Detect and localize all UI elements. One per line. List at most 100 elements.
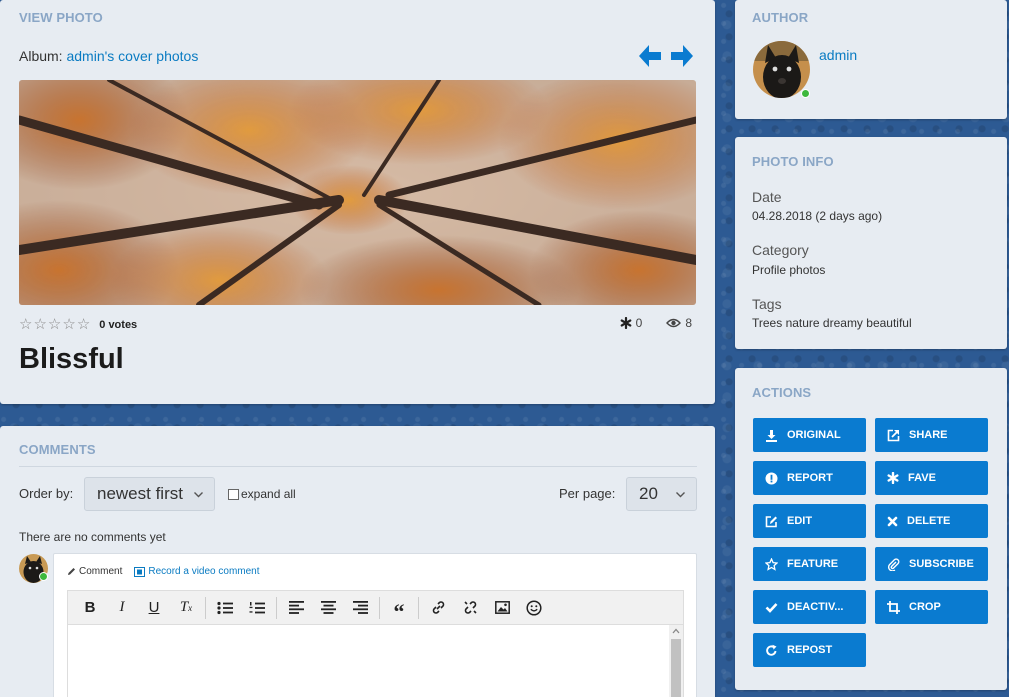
underline-icon[interactable]: U (138, 594, 170, 622)
tab-comment-label: Comment (79, 566, 123, 577)
star-icon[interactable]: ☆ (62, 317, 75, 332)
fave-count-value: 0 (635, 316, 643, 330)
unlink-icon[interactable] (454, 594, 486, 622)
no-comments-text: There are no comments yet (19, 530, 166, 544)
image-icon[interactable] (486, 594, 518, 622)
star-icon[interactable]: ☆ (33, 317, 46, 332)
photo-image[interactable] (19, 80, 696, 305)
alert-icon (765, 472, 778, 484)
numbered-list-icon[interactable] (241, 594, 273, 622)
quote-icon[interactable]: “ (383, 594, 415, 624)
edit-button-label: EDIT (787, 515, 813, 527)
star-icon[interactable]: ☆ (48, 317, 61, 332)
prev-arrow-icon[interactable] (637, 43, 663, 69)
comment-editor: Comment Record a video comment B I U Tx (53, 553, 697, 697)
deactivate-button-label: DEACTIV... (787, 601, 844, 613)
per-page-select[interactable]: 20 (626, 477, 697, 511)
scrollbar-thumb[interactable] (671, 639, 681, 697)
editor-scrollbar[interactable] (669, 625, 683, 697)
close-icon (887, 516, 898, 526)
online-status-dot (801, 89, 810, 98)
album-link[interactable]: admin's cover photos (66, 48, 198, 64)
feature-button-label: FEATURE (787, 558, 839, 570)
delete-button[interactable]: DELETE (875, 504, 988, 538)
photo-info-panel: PHOTO INFO Date 04.28.2018 (2 days ago) … (735, 137, 1007, 349)
crop-icon (887, 600, 900, 614)
clear-format-icon[interactable]: Tx (170, 594, 202, 622)
toolbar-divider (276, 596, 277, 619)
chevron-down-icon (676, 492, 685, 498)
report-button-label: REPORT (787, 472, 833, 484)
original-button-label: ORIGINAL (787, 429, 841, 441)
tags-label: Tags (752, 296, 782, 312)
check-icon (765, 602, 778, 613)
chevron-down-icon (194, 492, 203, 498)
star-outline-icon (765, 557, 778, 571)
italic-icon[interactable]: I (106, 594, 138, 622)
eye-icon (666, 318, 682, 328)
emoji-icon[interactable] (518, 594, 550, 622)
photo-info-title: PHOTO INFO (752, 154, 834, 169)
align-center-icon[interactable] (312, 594, 344, 622)
paperclip-icon (888, 557, 900, 571)
date-value: 04.28.2018 (2 days ago) (752, 209, 883, 223)
author-title: AUTHOR (752, 10, 809, 25)
star-icon[interactable]: ☆ (77, 317, 90, 332)
tags-link[interactable]: Trees nature dreamy beautiful (752, 316, 912, 330)
repost-button-label: REPOST (787, 644, 833, 656)
date-label: Date (752, 189, 782, 205)
album-line: Album: admin's cover photos (19, 48, 198, 64)
category-link[interactable]: Profile photos (752, 263, 825, 277)
expand-all-checkbox[interactable] (228, 488, 239, 500)
original-button[interactable]: ORIGINAL (753, 418, 866, 452)
fave-button[interactable]: FAVE (875, 461, 988, 495)
bullet-list-icon[interactable] (209, 594, 241, 622)
toolbar-divider (205, 596, 206, 619)
view-photo-panel: VIEW PHOTO Album: admin's cover photos ☆… (0, 0, 715, 404)
expand-all-toggle[interactable]: expand all (228, 487, 296, 501)
film-icon (134, 566, 146, 577)
bold-icon[interactable]: B (74, 594, 106, 622)
photo-nav (637, 43, 695, 69)
align-left-icon[interactable] (280, 594, 312, 622)
comment-textarea[interactable] (67, 625, 684, 697)
tab-comment[interactable]: Comment (67, 566, 122, 577)
per-page-value: 20 (639, 484, 658, 503)
per-page-label: Per page: (559, 486, 616, 501)
author-name-link[interactable]: admin (819, 47, 857, 63)
comments-title: COMMENTS (19, 442, 96, 457)
order-by-select[interactable]: newest first (84, 477, 215, 511)
share-button[interactable]: SHARE (875, 418, 988, 452)
next-arrow-icon[interactable] (669, 43, 695, 69)
toolbar-divider (418, 596, 419, 619)
repost-button[interactable]: REPOST (753, 633, 866, 667)
scroll-up-icon[interactable] (669, 625, 683, 637)
crop-button[interactable]: CROP (875, 590, 988, 624)
editor-toolbar: B I U Tx “ (67, 590, 684, 625)
expand-all-label: expand all (241, 487, 296, 501)
star-icon[interactable]: ☆ (19, 317, 32, 332)
pencil-icon (68, 568, 75, 575)
deactivate-button[interactable]: DEACTIV... (753, 590, 866, 624)
votes-count: 0 votes (99, 318, 138, 331)
rating-row: ☆ ☆ ☆ ☆ ☆ 0 votes (19, 317, 137, 332)
subscribe-button-label: SUBSCRIBE (909, 558, 974, 570)
fave-button-label: FAVE (908, 472, 936, 484)
share-icon (887, 429, 900, 441)
edit-icon (765, 515, 777, 527)
photo-title: Blissful (19, 343, 124, 375)
subscribe-button[interactable]: SUBSCRIBE (875, 547, 988, 581)
comment-tabs: Comment Record a video comment (67, 566, 260, 577)
rating-stars[interactable]: ☆ ☆ ☆ ☆ ☆ (19, 317, 90, 332)
link-icon[interactable] (422, 594, 454, 622)
tab-video-comment[interactable]: Record a video comment (134, 566, 260, 577)
album-label: Album: (19, 48, 63, 64)
divider (19, 466, 697, 467)
feature-button[interactable]: FEATURE (753, 547, 866, 581)
delete-button-label: DELETE (907, 515, 951, 527)
edit-button[interactable]: EDIT (753, 504, 866, 538)
report-button[interactable]: REPORT (753, 461, 866, 495)
comments-panel: COMMENTS Order by: newest first expand a… (0, 426, 715, 697)
align-right-icon[interactable] (344, 594, 376, 622)
tab-video-comment-label: Record a video comment (148, 566, 260, 577)
